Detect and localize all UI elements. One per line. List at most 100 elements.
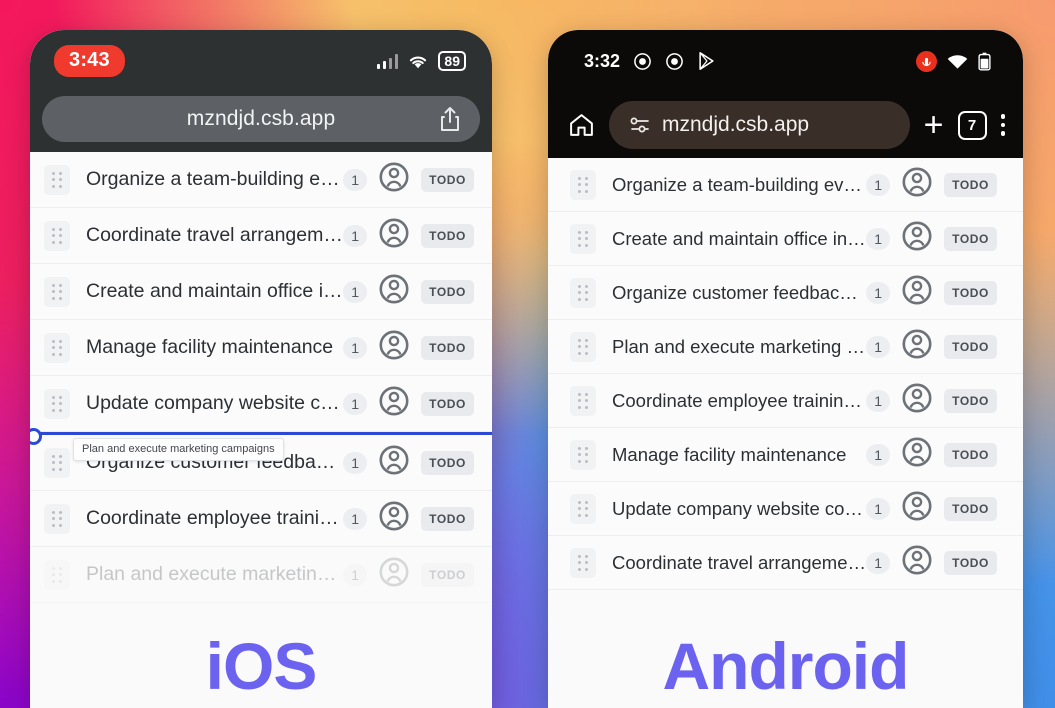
task-row[interactable]: Plan and execute marketing ca…1 TODO (30, 547, 492, 603)
task-count-badge: 1 (866, 335, 891, 358)
task-status-badge[interactable]: TODO (421, 279, 474, 304)
site-settings-icon[interactable] (629, 116, 651, 134)
drag-handle-icon[interactable] (570, 223, 596, 254)
task-status-badge[interactable]: TODO (421, 335, 474, 360)
task-status-badge[interactable]: TODO (944, 550, 997, 575)
drag-handle-icon[interactable] (44, 220, 70, 251)
task-assignee-avatar[interactable] (902, 491, 932, 526)
task-status-badge[interactable]: TODO (944, 388, 997, 413)
task-assignee-avatar[interactable] (902, 437, 932, 472)
new-tab-button[interactable]: + (924, 108, 944, 142)
task-row[interactable]: Coordinate travel arrangements 1 TODO (548, 536, 1023, 590)
avatar-icon (902, 437, 932, 467)
task-status-badge[interactable]: TODO (944, 334, 997, 359)
task-count-badge: 1 (866, 173, 891, 196)
task-status-badge[interactable]: TODO (944, 496, 997, 521)
task-status-badge[interactable]: TODO (421, 167, 474, 192)
task-row[interactable]: Manage facility maintenance 1 TODO (548, 428, 1023, 482)
task-assignee-avatar[interactable] (379, 162, 409, 197)
android-phone-mockup: 3:32 mzndjd.csb.app + 7 Organize a team-… (548, 30, 1023, 708)
task-row[interactable]: Coordinate employee training sessio…1 TOD… (548, 374, 1023, 428)
ios-browser-chrome: 3:43 89 mzndjd.csb.app (30, 30, 492, 152)
task-row[interactable]: Coordinate employee training s…1 TODO (30, 491, 492, 547)
avatar-icon (379, 445, 409, 475)
drag-handle-icon[interactable] (570, 169, 596, 200)
drag-handle-icon[interactable] (570, 493, 596, 524)
avatar-icon (379, 274, 409, 304)
drag-handle-icon[interactable] (44, 276, 70, 307)
task-row[interactable]: Plan and execute marketing campai…1 TODO (548, 320, 1023, 374)
task-status-badge[interactable]: TODO (944, 172, 997, 197)
avatar-icon (902, 383, 932, 413)
avatar-icon (902, 491, 932, 521)
task-title: Coordinate travel arrangements (612, 551, 867, 573)
task-status-badge[interactable]: TODO (421, 391, 474, 416)
task-row[interactable]: Manage facility maintenance 1 TODO (30, 320, 492, 376)
task-assignee-avatar[interactable] (902, 329, 932, 364)
task-assignee-avatar[interactable] (902, 545, 932, 580)
drag-handle-icon[interactable] (44, 164, 70, 195)
task-row[interactable]: Create and maintain office inve…1 TODO (30, 264, 492, 320)
home-icon[interactable] (568, 112, 595, 139)
task-row[interactable]: Organize a team-building event 1 TODO (30, 152, 492, 208)
task-status-badge[interactable]: TODO (944, 226, 997, 251)
task-row[interactable]: Organize a team-building event 1 TODO (548, 158, 1023, 212)
task-title: Update company website content (612, 497, 867, 519)
task-row[interactable]: Organize customer feedback surveys1 TODO (548, 266, 1023, 320)
task-assignee-avatar[interactable] (379, 274, 409, 309)
share-icon[interactable] (438, 105, 462, 133)
task-assignee-avatar[interactable] (902, 383, 932, 418)
task-status-badge[interactable]: TODO (421, 223, 474, 248)
android-browser-toolbar: mzndjd.csb.app + 7 (548, 92, 1023, 158)
task-assignee-avatar[interactable] (902, 167, 932, 202)
task-row[interactable]: Coordinate travel arrangements 1 TODO (30, 208, 492, 264)
task-count-badge: 1 (343, 280, 368, 303)
drag-handle-icon[interactable] (44, 503, 70, 534)
android-task-list[interactable]: Organize a team-building event 1 TODO Creat… (548, 158, 1023, 590)
ios-task-list[interactable]: Organize a team-building event 1 TODO Coord… (30, 152, 492, 603)
drag-handle-icon[interactable] (570, 547, 596, 578)
overflow-menu-icon[interactable] (1000, 114, 1005, 136)
avatar-icon (379, 501, 409, 531)
ios-status-bar: 3:43 89 (30, 30, 492, 92)
drag-handle-icon[interactable] (570, 277, 596, 308)
task-assignee-avatar[interactable] (379, 445, 409, 480)
task-status-badge[interactable]: TODO (944, 280, 997, 305)
task-assignee-avatar[interactable] (902, 221, 932, 256)
drag-handle-icon[interactable] (44, 332, 70, 363)
drag-handle-icon[interactable] (570, 439, 596, 470)
task-status-badge[interactable]: TODO (421, 506, 474, 531)
wifi-icon (947, 54, 968, 69)
task-title: Plan and execute marketing ca… (86, 563, 343, 585)
task-assignee-avatar[interactable] (379, 557, 409, 592)
record-circle-icon (634, 52, 651, 70)
drag-handle-icon[interactable] (44, 447, 70, 478)
android-url-bar[interactable]: mzndjd.csb.app (609, 101, 910, 149)
task-count-badge: 1 (866, 497, 891, 520)
drag-handle-icon[interactable] (570, 385, 596, 416)
drag-handle-icon[interactable] (44, 559, 70, 590)
task-count-badge: 1 (343, 336, 368, 359)
task-status-badge[interactable]: TODO (421, 450, 474, 475)
task-row[interactable]: Update company website cont… 1 TODO (30, 376, 492, 432)
task-count-badge: 1 (866, 227, 891, 250)
task-row[interactable]: Update company website content 1 TODO (548, 482, 1023, 536)
tab-count-button[interactable]: 7 (957, 110, 987, 140)
drag-drop-indicator: Plan and execute marketing campaigns (30, 428, 492, 461)
task-assignee-avatar[interactable] (379, 330, 409, 365)
task-row[interactable]: Create and maintain office inventory1 TOD… (548, 212, 1023, 266)
ios-url-bar[interactable]: mzndjd.csb.app (42, 96, 480, 142)
task-status-badge[interactable]: TODO (421, 562, 474, 587)
task-status-badge[interactable]: TODO (944, 442, 997, 467)
drag-handle-icon[interactable] (570, 331, 596, 362)
task-title: Organize a team-building event (612, 173, 867, 195)
drag-handle-icon[interactable] (44, 388, 70, 419)
android-browser-chrome: 3:32 mzndjd.csb.app + 7 (548, 30, 1023, 158)
task-title: Create and maintain office inve… (86, 280, 344, 302)
task-assignee-avatar[interactable] (379, 501, 409, 536)
task-count-badge: 1 (343, 507, 368, 530)
drag-tooltip: Plan and execute marketing campaigns (73, 438, 284, 461)
task-assignee-avatar[interactable] (902, 275, 932, 310)
task-assignee-avatar[interactable] (379, 386, 409, 421)
task-assignee-avatar[interactable] (379, 218, 409, 253)
